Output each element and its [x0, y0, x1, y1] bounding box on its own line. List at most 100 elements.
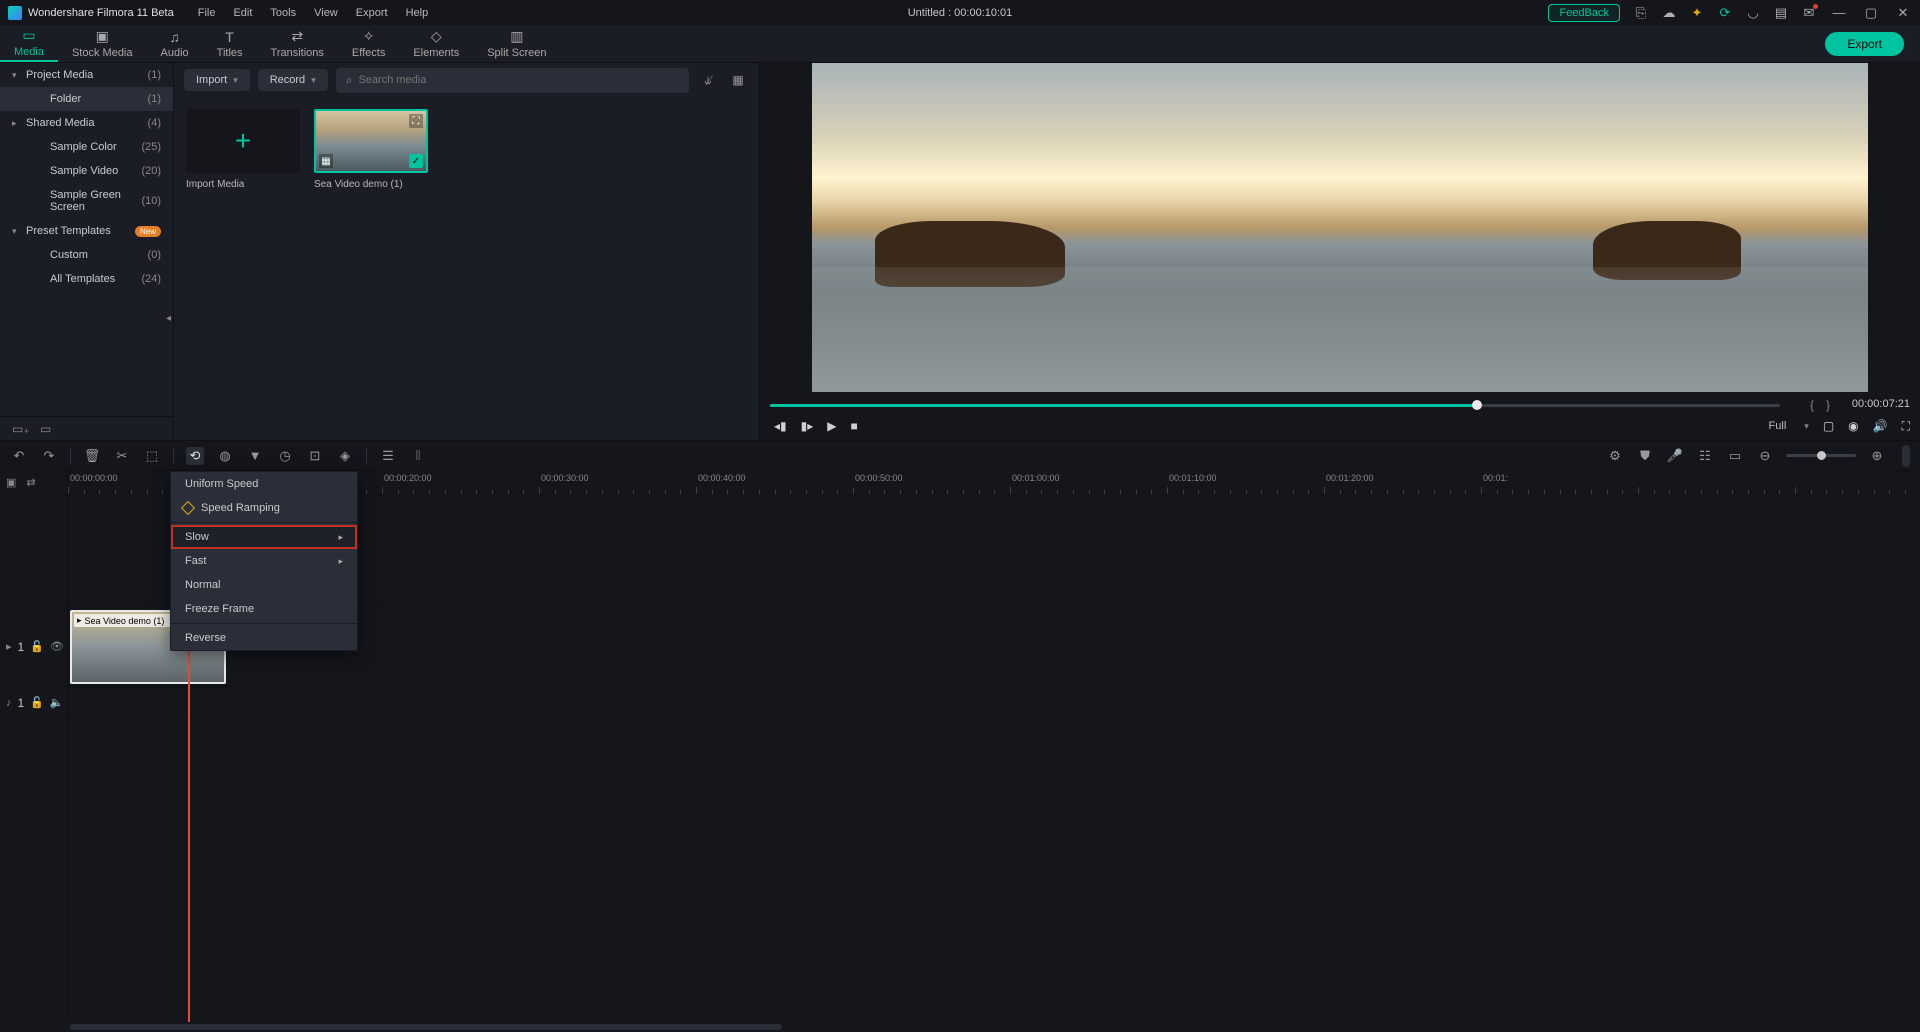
settings-icon[interactable]: ⚙: [1606, 447, 1624, 465]
split-button[interactable]: ✂: [113, 447, 131, 465]
speed-button[interactable]: ⟲: [186, 447, 204, 465]
marker-icon[interactable]: ▭: [1726, 447, 1744, 465]
keyframe-button[interactable]: ◈: [336, 447, 354, 465]
prev-frame-button[interactable]: ◂▮: [774, 419, 787, 433]
scrollbar-thumb[interactable]: [70, 1024, 782, 1030]
mail-icon[interactable]: ✉: [1802, 6, 1816, 20]
tab-transitions[interactable]: ⇄Transitions: [257, 25, 338, 62]
adjust-button[interactable]: ☰: [379, 447, 397, 465]
close-button[interactable]: ✕: [1894, 5, 1912, 21]
open-folder-icon[interactable]: ▭: [40, 422, 56, 436]
undo-button[interactable]: ↶: [10, 447, 28, 465]
play-button[interactable]: ▶: [827, 419, 836, 433]
snapshot-icon[interactable]: ◉: [1848, 419, 1858, 433]
minimize-button[interactable]: —: [1830, 5, 1848, 20]
display-icon[interactable]: ▢: [1823, 419, 1834, 433]
maximize-button[interactable]: ▢: [1862, 5, 1880, 21]
snap-icon[interactable]: ⇄: [26, 476, 35, 489]
sidebar-item[interactable]: ▸Shared Media(4): [0, 111, 173, 135]
menu-reverse[interactable]: Reverse: [171, 626, 357, 650]
shield-icon[interactable]: ⛊: [1636, 447, 1654, 465]
tab-media[interactable]: ▭Media: [0, 25, 58, 62]
support-icon[interactable]: ⟳: [1718, 6, 1732, 20]
preview-scrubber[interactable]: { } 00:00:07:21: [770, 398, 1910, 412]
redo-button[interactable]: ↷: [40, 447, 58, 465]
visibility-icon[interactable]: 👁: [50, 640, 64, 653]
sidebar-item[interactable]: Folder(1): [0, 87, 173, 111]
next-frame-button[interactable]: ▮▸: [801, 419, 814, 433]
stop-button[interactable]: ■: [851, 419, 858, 433]
tab-effects[interactable]: ✧Effects: [338, 25, 399, 62]
new-folder-icon[interactable]: ▭₊: [12, 422, 28, 436]
media-clip-tile[interactable]: ⛶ ▦ ✓ Sea Video demo (1): [314, 109, 428, 190]
cloud-icon[interactable]: ☁: [1662, 6, 1676, 20]
zoom-slider[interactable]: [1786, 454, 1856, 457]
menu-slow[interactable]: Slow▸: [171, 525, 357, 549]
green-screen-button[interactable]: ▼: [246, 447, 264, 465]
audio-wave-button[interactable]: ⦀: [409, 447, 427, 465]
menu-uniform-speed[interactable]: Uniform Speed: [171, 472, 357, 496]
sidebar-collapse-icon[interactable]: ◂: [166, 313, 174, 329]
menu-help[interactable]: Help: [406, 7, 429, 19]
mute-icon[interactable]: 🔈: [50, 696, 64, 709]
tab-elements[interactable]: ◇Elements: [399, 25, 473, 62]
expand-icon[interactable]: ⛶: [409, 114, 423, 128]
save-icon[interactable]: ▤: [1774, 6, 1788, 20]
sidebar-item[interactable]: Sample Green Screen(10): [0, 183, 173, 219]
mixer-icon[interactable]: ☷: [1696, 447, 1714, 465]
import-dropdown[interactable]: Import: [184, 69, 250, 91]
audio-track[interactable]: [68, 687, 1920, 719]
zoom-out-icon[interactable]: ⊖: [1756, 447, 1774, 465]
sidebar-item[interactable]: All Templates(24): [0, 267, 173, 291]
volume-icon[interactable]: 🔊: [1873, 419, 1888, 433]
fullscreen-icon[interactable]: ⛶: [1902, 419, 1910, 434]
ripple-icon[interactable]: ▣: [6, 476, 16, 489]
new-project-icon[interactable]: ⎘: [1634, 6, 1648, 20]
record-dropdown[interactable]: Record: [258, 69, 328, 91]
preview-viewport[interactable]: [812, 63, 1868, 392]
idea-icon[interactable]: ✦: [1690, 6, 1704, 20]
mark-out-icon[interactable]: }: [1826, 398, 1830, 412]
scrubber-knob[interactable]: [1472, 400, 1482, 410]
mic-icon[interactable]: 🎤: [1666, 447, 1684, 465]
menu-freeze-frame[interactable]: Freeze Frame: [171, 597, 357, 621]
menu-edit[interactable]: Edit: [233, 7, 252, 19]
menu-fast[interactable]: Fast▸: [171, 549, 357, 573]
menu-export[interactable]: Export: [356, 7, 388, 19]
account-icon[interactable]: ◡: [1746, 6, 1760, 20]
search-field[interactable]: ⌕: [336, 68, 689, 93]
filter-icon[interactable]: ⫝̸: [697, 69, 719, 91]
motion-button[interactable]: ⊡: [306, 447, 324, 465]
sidebar-item[interactable]: ▾Preset TemplatesNew: [0, 219, 173, 243]
grid-view-icon[interactable]: ▦: [727, 69, 749, 91]
quality-dropdown[interactable]: Full: [1769, 420, 1809, 432]
menu-file[interactable]: File: [198, 7, 216, 19]
tab-audio[interactable]: ♫Audio: [147, 25, 203, 62]
mark-in-icon[interactable]: {: [1810, 398, 1814, 412]
color-button[interactable]: ◍: [216, 447, 234, 465]
lock-icon[interactable]: 🔓: [30, 640, 44, 653]
tab-split-screen[interactable]: ▥Split Screen: [473, 25, 560, 62]
import-media-tile[interactable]: + Import Media: [186, 109, 300, 190]
lock-icon[interactable]: 🔓: [30, 696, 44, 709]
menu-view[interactable]: View: [314, 7, 338, 19]
crop-button[interactable]: ⬚: [143, 447, 161, 465]
search-input[interactable]: [358, 74, 679, 86]
zoom-in-icon[interactable]: ⊕: [1868, 447, 1886, 465]
menu-normal[interactable]: Normal: [171, 573, 357, 597]
timeline-scrollbar[interactable]: [0, 1022, 1920, 1032]
duration-button[interactable]: ◷: [276, 447, 294, 465]
zoom-knob[interactable]: [1817, 451, 1826, 460]
menu-tools[interactable]: Tools: [270, 7, 296, 19]
sidebar-item[interactable]: Sample Color(25): [0, 135, 173, 159]
tab-stock-media[interactable]: ▣Stock Media: [58, 25, 147, 62]
menu-speed-ramping[interactable]: Speed Ramping: [171, 496, 357, 520]
feedback-button[interactable]: FeedBack: [1548, 4, 1620, 22]
sidebar-item[interactable]: ▾Project Media(1): [0, 63, 173, 87]
vertical-scrollbar[interactable]: [1902, 445, 1910, 467]
export-button[interactable]: Export: [1825, 32, 1904, 56]
sidebar-item[interactable]: Sample Video(20): [0, 159, 173, 183]
sidebar-item[interactable]: Custom(0): [0, 243, 173, 267]
tab-titles[interactable]: TTitles: [203, 25, 257, 62]
delete-button[interactable]: 🗑: [83, 447, 101, 465]
